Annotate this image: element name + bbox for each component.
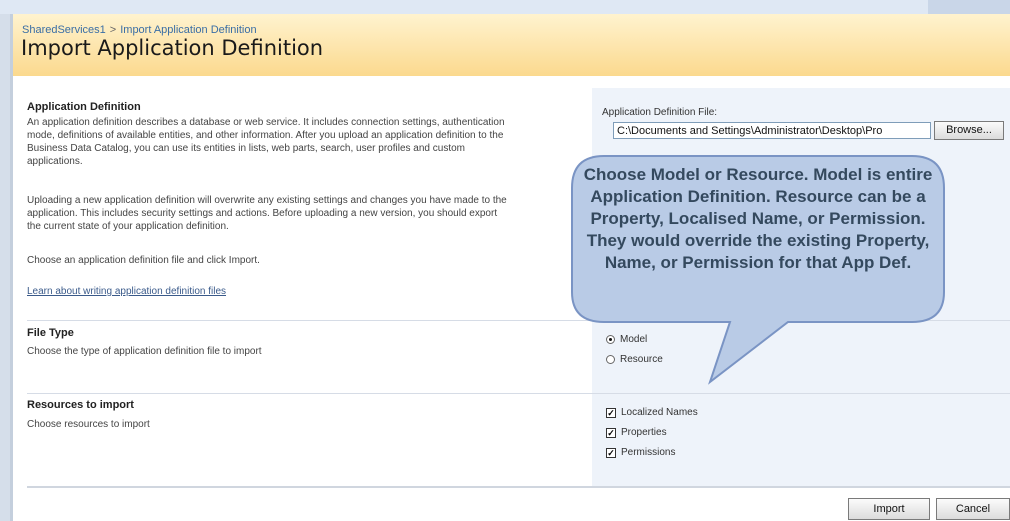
top-strip <box>0 0 1010 14</box>
footer-divider <box>27 486 1010 488</box>
breadcrumb: SharedServices1 > Import Application Defin… <box>22 24 257 36</box>
section-title-file-type: File Type <box>27 327 74 339</box>
left-nav-bar <box>0 14 10 521</box>
checkbox-permissions[interactable]: ✓ <box>606 447 616 458</box>
top-corner <box>928 0 1010 14</box>
section-divider <box>27 393 1010 394</box>
checkbox-localized-names[interactable]: ✓ <box>606 407 616 418</box>
checkbox-option-permissions[interactable]: ✓ Permissions <box>606 447 675 458</box>
import-button[interactable]: Import <box>848 498 930 520</box>
checkbox-option-localized-names[interactable]: ✓ Localized Names <box>606 407 698 418</box>
app-def-instruction: Choose an application definition file an… <box>27 255 260 266</box>
breadcrumb-current: Import Application Definition <box>120 24 257 36</box>
section-divider <box>27 320 1010 321</box>
radio-label-resource: Resource <box>620 354 663 365</box>
radio-button-resource[interactable] <box>606 355 615 364</box>
radio-option-resource[interactable]: Resource <box>606 354 663 365</box>
page-title: Import Application Definition <box>21 36 324 60</box>
checkbox-properties[interactable]: ✓ <box>606 427 616 438</box>
learn-more-link[interactable]: Learn about writing application definiti… <box>27 286 226 297</box>
section-title-resources: Resources to import <box>27 399 134 411</box>
app-def-description: An application definition describes a da… <box>27 117 505 167</box>
cancel-button[interactable]: Cancel <box>936 498 1010 520</box>
radio-button-model[interactable] <box>606 335 615 344</box>
breadcrumb-separator: > <box>109 24 117 36</box>
file-type-description: Choose the type of application definitio… <box>27 346 262 357</box>
app-def-overwrite-note: Uploading a new application definition w… <box>27 195 507 232</box>
section-title-application-definition: Application Definition <box>27 101 141 113</box>
file-field-label: Application Definition File: <box>602 107 718 118</box>
callout-text: Choose Model or Resource. Model is entir… <box>583 165 933 272</box>
checkbox-label-permissions: Permissions <box>621 447 676 458</box>
resources-description: Choose resources to import <box>27 419 150 430</box>
radio-label-model: Model <box>620 334 648 345</box>
breadcrumb-link-sharedservices[interactable]: SharedServices1 <box>22 24 106 36</box>
file-path-input[interactable]: C:\Documents and Settings\Administrator\… <box>613 122 931 139</box>
radio-option-model[interactable]: Model <box>606 334 647 345</box>
checkbox-label-localized-names: Localized Names <box>621 407 698 418</box>
checkbox-label-properties: Properties <box>621 427 667 438</box>
left-nav-edge <box>10 14 13 521</box>
browse-button[interactable]: Browse... <box>934 121 1004 140</box>
page-header: SharedServices1 > Import Application Defin… <box>13 14 1010 76</box>
checkbox-option-properties[interactable]: ✓ Properties <box>606 427 667 438</box>
